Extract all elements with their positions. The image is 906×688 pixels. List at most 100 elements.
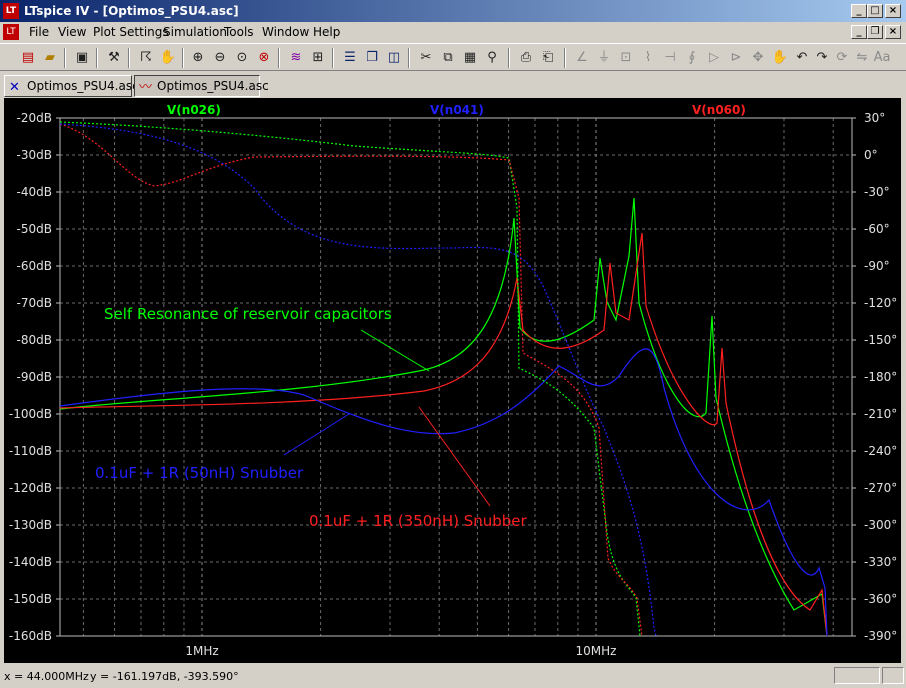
y-axis-tick-label: -150dB	[9, 592, 52, 606]
annotation-pointer	[360, 329, 430, 372]
find-icon[interactable]: ⚲	[482, 48, 502, 68]
move-icon[interactable]: ✥	[748, 48, 768, 68]
cut-icon[interactable]: ✂	[416, 48, 436, 68]
x-axis-tick-label: 10MHz	[576, 644, 617, 658]
component-icon[interactable]: ⊳	[726, 48, 746, 68]
menu-simulation[interactable]: Simulation	[163, 25, 227, 39]
zoom-cancel-icon[interactable]: ⊗	[254, 48, 274, 68]
toolbar-separator	[564, 48, 566, 68]
trace-label-n060[interactable]: V(n060)	[692, 103, 746, 117]
tab-label: Optimos_PSU4.asc	[157, 79, 269, 93]
redo-icon[interactable]: ↷	[812, 48, 832, 68]
menu-help[interactable]: Help	[313, 25, 340, 39]
maximize-button[interactable]: □	[867, 4, 883, 18]
y-axis-tick-label: -90dB	[17, 370, 52, 384]
tab-label: Optimos_PSU4.asc	[27, 79, 139, 93]
y2-axis-tick-label: -330°	[864, 555, 897, 569]
y-axis-tick-label: -110dB	[9, 444, 52, 458]
minimize-button[interactable]: _	[851, 4, 867, 18]
tab-schematic[interactable]: ✕ Optimos_PSU4.asc	[4, 75, 139, 97]
text-icon[interactable]: Aa	[872, 48, 892, 68]
rotate-icon[interactable]: ⟳	[832, 48, 852, 68]
zoom-in-icon[interactable]: ⊕	[188, 48, 208, 68]
tile-vertical-icon[interactable]: ◫	[384, 48, 404, 68]
tab-waveform[interactable]: 〰 Optimos_PSU4.asc	[134, 75, 269, 97]
y2-axis-tick-label: -60°	[864, 222, 890, 236]
y-axis-tick-label: -20dB	[17, 111, 52, 125]
trace-line-n060-magnitude	[59, 232, 828, 637]
child-close-button[interactable]: ×	[885, 25, 901, 39]
menu-plot-settings[interactable]: Plot Settings	[93, 25, 169, 39]
print-icon[interactable]: ⎗	[538, 48, 558, 68]
cursor-x-readout: x = 44.000MHz	[4, 670, 89, 683]
waveform-plot[interactable]: -20dB 30° -30dB 0° -40dB -30° -50dB -60° -60dB -9…	[4, 98, 901, 663]
autorange-icon[interactable]: ≋	[286, 48, 306, 68]
halt-icon[interactable]: ✋	[158, 48, 178, 68]
open-icon[interactable]: ▰	[40, 48, 60, 68]
y2-axis-tick-label: -360°	[864, 592, 897, 606]
mirror-icon[interactable]: ⇋	[852, 48, 872, 68]
child-minimize-button[interactable]: _	[851, 25, 867, 39]
run-icon[interactable]: ☈	[136, 48, 156, 68]
annotation-50nh-snubber: 0.1uF + 1R (50nH) Snubber	[95, 464, 304, 482]
y-axis-tick-label: -70dB	[17, 296, 52, 310]
y2-axis-tick-label: 0°	[864, 148, 878, 162]
wire-icon[interactable]: ∠	[572, 48, 592, 68]
y2-axis-tick-label: -180°	[864, 370, 897, 384]
new-schematic-icon[interactable]: ▤	[18, 48, 38, 68]
document-icon[interactable]: LT	[3, 24, 19, 40]
menu-file[interactable]: File	[29, 25, 49, 39]
menu-view[interactable]: View	[58, 25, 86, 39]
grid-icon[interactable]: ⊞	[308, 48, 328, 68]
menu-bar: LT File View Plot Settings Simulation To…	[0, 22, 906, 42]
x-axis-tick-label: 1MHz	[185, 644, 218, 658]
trace-line-n026-phase	[59, 121, 641, 637]
y-axis-tick-label: -130dB	[9, 518, 52, 532]
menu-window[interactable]: Window	[262, 25, 309, 39]
y2-axis-tick-label: -150°	[864, 333, 897, 347]
zoom-fit-icon[interactable]: ⊙	[232, 48, 252, 68]
control-panel-icon[interactable]: ⚒	[104, 48, 124, 68]
annotation-350nh-snubber: 0.1uF + 1R (350nH) Snubber	[309, 512, 528, 530]
y2-axis-tick-label: -30°	[864, 185, 890, 199]
toolbar-separator	[128, 48, 130, 68]
trace-label-n026[interactable]: V(n026)	[167, 103, 221, 117]
toolbar-separator	[508, 48, 510, 68]
toolbar-separator	[408, 48, 410, 68]
app-icon: LT	[3, 3, 19, 19]
save-icon[interactable]: ▣	[72, 48, 92, 68]
close-button[interactable]: ×	[885, 4, 901, 18]
plot-window[interactable]: -20dB 30° -30dB 0° -40dB -30° -50dB -60° -60dB -9…	[4, 98, 901, 663]
drag-icon[interactable]: ✋	[770, 48, 790, 68]
label-icon[interactable]: ⊡	[616, 48, 636, 68]
toolbar-separator	[96, 48, 98, 68]
copy-icon[interactable]: ⧉	[438, 48, 458, 68]
diode-icon[interactable]: ▷	[704, 48, 724, 68]
trace-label-n041[interactable]: V(n041)	[430, 103, 484, 117]
trace-line-n060-phase	[59, 123, 643, 637]
capacitor-icon[interactable]: ⊣	[660, 48, 680, 68]
zoom-out-icon[interactable]: ⊖	[210, 48, 230, 68]
trace-line-n041-phase	[59, 123, 657, 637]
child-restore-button[interactable]: ❐	[867, 25, 883, 39]
print-setup-icon[interactable]: ⎙	[516, 48, 536, 68]
toolbar: ▤ ▰ ▣ ⚒ ☈ ✋ ⊕ ⊖ ⊙ ⊗ ≋ ⊞ ☰ ❐ ◫ ✂ ⧉ ▦ ⚲ ⎙ …	[0, 43, 906, 71]
schematic-icon: ✕	[9, 80, 20, 95]
ground-icon[interactable]: ⏚	[594, 48, 614, 68]
undo-icon[interactable]: ↶	[792, 48, 812, 68]
cascade-icon[interactable]: ❐	[362, 48, 382, 68]
resistor-icon[interactable]: ⌇	[638, 48, 658, 68]
title-bar: LT LTspice IV - [Optimos_PSU4.asc] _ □ ×	[0, 0, 906, 22]
y-axis-tick-label: -50dB	[17, 222, 52, 236]
paste-icon[interactable]: ▦	[460, 48, 480, 68]
toolbar-separator	[278, 48, 280, 68]
cursor-y-readout: y = -161.197dB, -393.590°	[90, 670, 239, 683]
menu-tools[interactable]: Tools	[224, 25, 254, 39]
y2-axis-tick-label: -390°	[864, 629, 897, 643]
inductor-icon[interactable]: ∮	[682, 48, 702, 68]
y2-axis-tick-label: -240°	[864, 444, 897, 458]
trace-line-n041-magnitude	[59, 348, 828, 637]
y2-axis-tick-label: -90°	[864, 259, 890, 273]
tile-horizontal-icon[interactable]: ☰	[340, 48, 360, 68]
tab-bar: ✕ Optimos_PSU4.asc 〰 Optimos_PSU4.asc	[0, 72, 906, 98]
